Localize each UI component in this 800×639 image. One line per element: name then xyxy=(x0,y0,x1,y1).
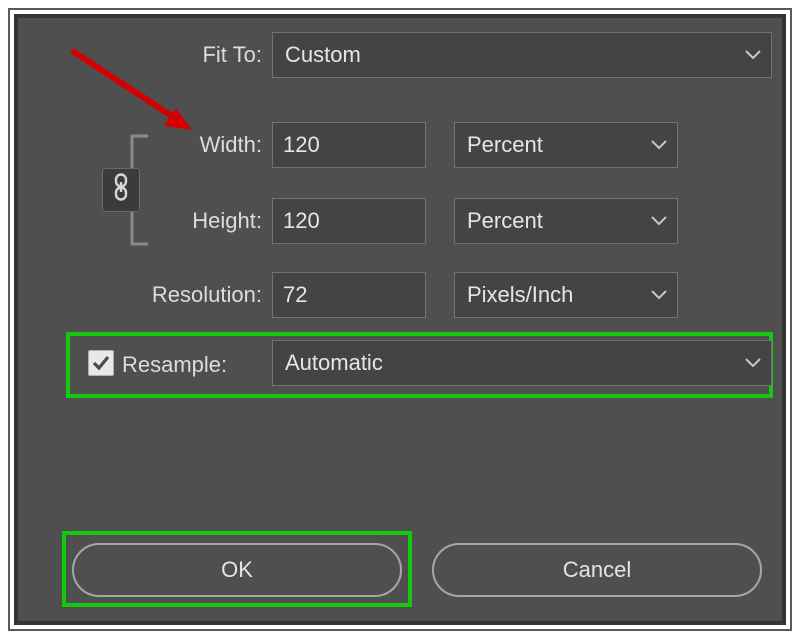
ok-button[interactable]: OK xyxy=(72,543,402,597)
height-row: Height: Percent xyxy=(18,198,782,246)
resample-method-value: Automatic xyxy=(285,350,383,375)
width-input[interactable] xyxy=(272,122,426,168)
height-unit-value: Percent xyxy=(467,208,543,233)
chevron-down-icon xyxy=(651,216,667,226)
resolution-label: Resolution: xyxy=(92,272,262,318)
ok-button-label: OK xyxy=(221,557,253,582)
height-unit-select[interactable]: Percent xyxy=(454,198,678,244)
chevron-down-icon xyxy=(745,50,761,60)
cancel-button[interactable]: Cancel xyxy=(432,543,762,597)
chevron-down-icon xyxy=(745,358,761,368)
fit-to-select[interactable]: Custom xyxy=(272,32,772,78)
chevron-down-icon xyxy=(651,140,667,150)
image-size-dialog: Fit To: Custom Width: Percent xyxy=(14,14,786,625)
height-input[interactable] xyxy=(272,198,426,244)
chevron-down-icon xyxy=(651,290,667,300)
resolution-input[interactable] xyxy=(272,272,426,318)
resolution-unit-value: Pixels/Inch xyxy=(467,282,573,307)
width-row: Width: Percent xyxy=(18,122,782,170)
fit-to-label: Fit To: xyxy=(92,32,262,78)
width-unit-select[interactable]: Percent xyxy=(454,122,678,168)
height-label: Height: xyxy=(92,198,262,244)
cancel-button-label: Cancel xyxy=(563,557,631,582)
width-unit-value: Percent xyxy=(467,132,543,157)
resample-row: Automatic xyxy=(18,340,782,388)
fit-to-row: Fit To: Custom xyxy=(18,32,782,80)
resample-method-select[interactable]: Automatic xyxy=(272,340,772,386)
fit-to-value: Custom xyxy=(285,42,361,67)
resolution-row: Resolution: Pixels/Inch xyxy=(18,272,782,320)
resolution-unit-select[interactable]: Pixels/Inch xyxy=(454,272,678,318)
width-label: Width: xyxy=(92,122,262,168)
